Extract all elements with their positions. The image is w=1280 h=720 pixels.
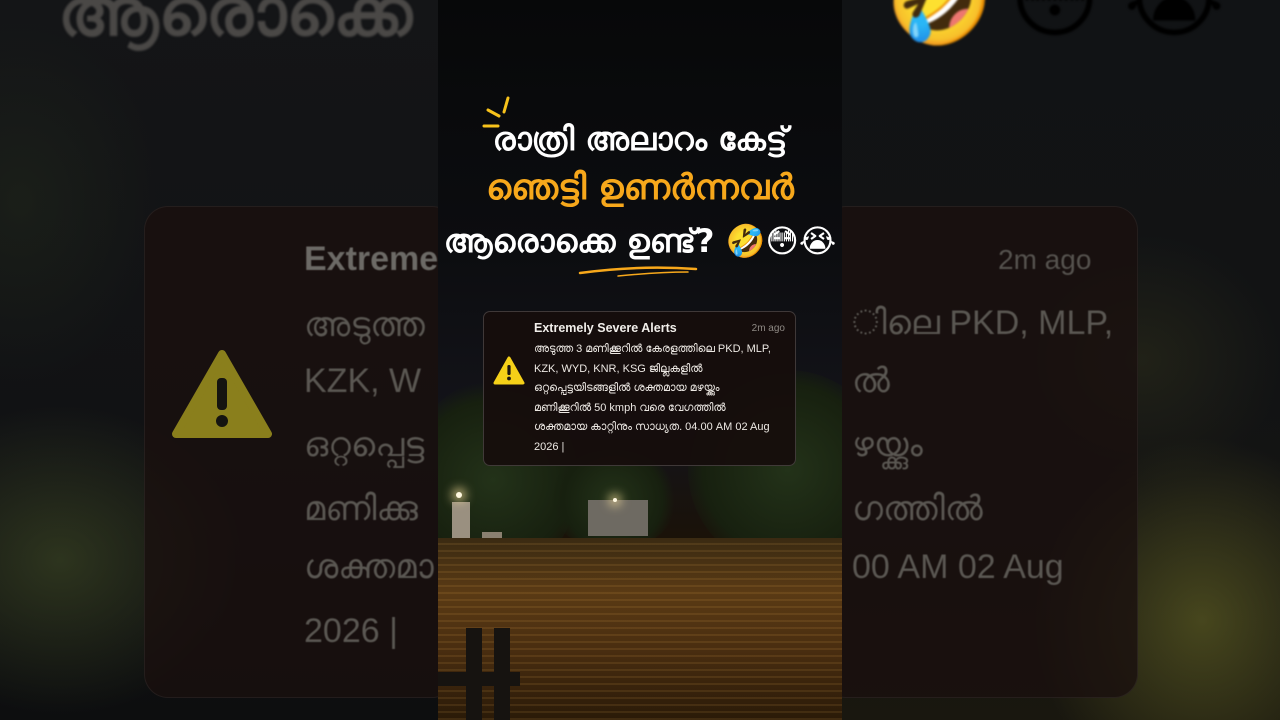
background-line: ശക്തമാ bbox=[304, 548, 434, 586]
background-line: ഗത്തിൽ bbox=[852, 490, 983, 528]
background-top-text: ആരൊക്കെ bbox=[58, 0, 413, 51]
alert-message-line: മണിക്കൂറിൽ 50 kmph വരെ വേഗത്തിൽ bbox=[534, 401, 726, 414]
headline-line-2: ഞെട്ടി ഉണർന്നവർ bbox=[486, 168, 794, 208]
alert-message-line: ഒറ്റപ്പെട്ടയിടങ്ങളിൽ ശക്തമായ മഴയ്ക്കും bbox=[534, 382, 720, 394]
street-lamp bbox=[456, 492, 462, 498]
background-line: ഒറ്റപ്പെട്ട bbox=[304, 426, 425, 464]
headline-question: ആരൊക്കെ ഉണ്ട്? bbox=[443, 222, 715, 260]
alert-message-line: ശക്തമായ കാറ്റിനും സാധ്യത. 04.00 AM 02 Au… bbox=[534, 421, 770, 433]
alert-notification-card[interactable]: Extremely Severe Alerts 2m ago അടുത്ത 3 … bbox=[483, 311, 796, 466]
background-line: 2026 | bbox=[304, 612, 398, 650]
background-line: 00 AM 02 Aug bbox=[852, 548, 1064, 586]
headline-underline bbox=[578, 266, 698, 277]
background-alert-time: 2m ago bbox=[998, 244, 1092, 275]
background-line: അടുത്ത bbox=[304, 306, 425, 344]
fence-rail bbox=[438, 672, 520, 686]
alert-message-line: അടുത്ത 3 മണിക്കൂറിൽ കേരളത്തിലെ PKD, MLP, bbox=[534, 343, 771, 355]
background-alert-title: Extreme bbox=[304, 240, 438, 278]
street-lamp bbox=[613, 498, 617, 502]
alert-message: അടുത്ത 3 മണിക്കൂറിൽ കേരളത്തിലെ PKD, MLP,… bbox=[534, 340, 789, 457]
warning-triangle-icon bbox=[493, 356, 525, 385]
background-emoji-crying: 😭 bbox=[1124, 0, 1225, 50]
background-line: ൽ bbox=[852, 362, 890, 400]
headline-line-1: രാത്രി അലാറം കേട്ട് bbox=[492, 120, 788, 158]
background-right: 🤣 😳 😭 2m ago ിലെ PKD, MLP, ൽ ഴയ്ക്കും ഗത… bbox=[842, 0, 1280, 720]
center-panel: രാത്രി അലാറം കേട്ട് ഞെട്ടി ഉണർന്നവർ ആരൊക… bbox=[438, 0, 842, 720]
background-line: ഴയ്ക്കും bbox=[852, 426, 923, 464]
alert-timestamp: 2m ago bbox=[751, 323, 785, 334]
alert-message-line: KZK, WYD, KNR, KSG ജില്ലകളിൽ bbox=[534, 362, 703, 375]
alert-message-line: 2026 | bbox=[534, 440, 565, 453]
emoji-group: 🤣😳😭 bbox=[725, 222, 837, 260]
background-line: KZK, W bbox=[304, 362, 422, 400]
background-emoji-rofl: 🤣 bbox=[886, 0, 994, 51]
headline-line-3: ആരൊക്കെ ഉണ്ട്? 🤣😳😭 bbox=[438, 222, 842, 261]
background-warning-icon bbox=[172, 350, 272, 438]
house bbox=[588, 500, 648, 536]
background-emoji-flushed: 😳 bbox=[1010, 0, 1100, 50]
background-line: ിലെ PKD, MLP, bbox=[852, 304, 1114, 342]
alert-title: Extremely Severe Alerts bbox=[534, 321, 677, 335]
background-left: ആരൊക്കെ Extreme അടുത്ത KZK, W ഒറ്റപ്പെട്… bbox=[0, 0, 438, 720]
background-line: മണിക്കു bbox=[304, 490, 418, 528]
